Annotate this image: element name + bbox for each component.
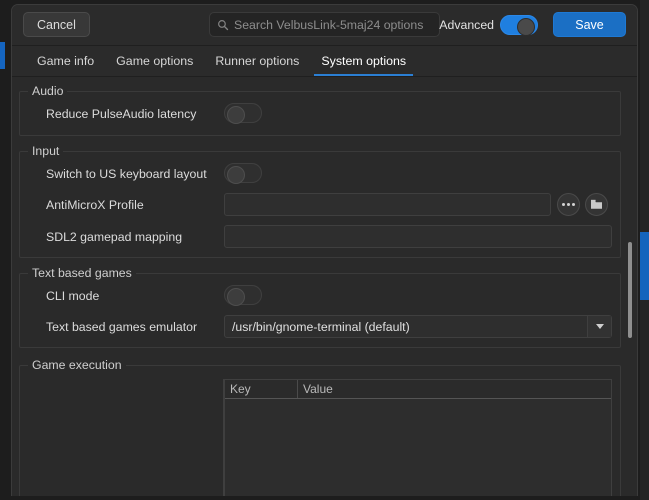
game-configuration-window: Cancel Advanced Save Game info Game opti… xyxy=(11,4,638,496)
section-input-title: Input xyxy=(28,144,64,158)
sdl2-gamepad-mapping-label: SDL2 gamepad mapping xyxy=(46,230,183,244)
section-text-based-games-title: Text based games xyxy=(28,266,136,280)
antimicrox-profile-label: AntiMicroX Profile xyxy=(46,198,144,212)
env-table-col-value: Value xyxy=(303,382,333,396)
reduce-pulseaudio-latency-toggle[interactable] xyxy=(224,103,262,124)
text-based-games-emulator-label: Text based games emulator xyxy=(46,320,198,334)
background-panel-right-upper xyxy=(640,0,649,232)
background-window-blue-left xyxy=(0,42,5,69)
section-audio: Audio Reduce PulseAudio latency xyxy=(19,84,621,136)
tab-runner-options[interactable]: Runner options xyxy=(204,46,310,76)
toggle-knob xyxy=(227,288,245,306)
cli-mode-label: CLI mode xyxy=(46,289,100,303)
section-input: Input Switch to US keyboard layout AntiM… xyxy=(19,144,621,258)
dropdown-arrow-button[interactable] xyxy=(587,316,611,337)
options-scroll-area: Audio Reduce PulseAudio latency Input Sw… xyxy=(12,77,637,496)
tab-bar: Game info Game options Runner options Sy… xyxy=(12,46,637,77)
env-table-body[interactable] xyxy=(225,399,611,496)
cancel-button[interactable]: Cancel xyxy=(23,12,90,37)
save-button[interactable]: Save xyxy=(553,12,626,37)
toggle-knob xyxy=(227,106,245,124)
toggle-knob xyxy=(227,166,245,184)
antimicrox-profile-input[interactable] xyxy=(224,193,551,216)
search-input[interactable] xyxy=(234,17,434,32)
env-table-col-key: Key xyxy=(225,380,298,398)
header-bar: Cancel Advanced Save xyxy=(12,5,637,46)
text-based-games-emulator-value: /usr/bin/gnome-terminal (default) xyxy=(232,319,410,334)
more-options-icon xyxy=(562,203,575,206)
section-game-execution: Game execution Environment variables Key… xyxy=(19,358,621,496)
env-table-header: Key Value xyxy=(225,380,611,399)
advanced-toggle-knob xyxy=(517,18,535,36)
section-audio-title: Audio xyxy=(28,84,68,98)
background-window-blue-right xyxy=(640,232,649,300)
search-icon xyxy=(218,19,229,30)
folder-icon xyxy=(591,199,602,209)
section-text-based-games: Text based games CLI mode Text based gam… xyxy=(19,266,621,348)
vertical-scrollbar-thumb[interactable] xyxy=(628,242,632,338)
environment-variables-table[interactable]: Key Value xyxy=(224,379,612,496)
background-panel-right-lower xyxy=(640,300,649,500)
antimicrox-browse-button[interactable] xyxy=(585,193,608,216)
search-box[interactable] xyxy=(209,12,440,37)
switch-us-keyboard-toggle[interactable] xyxy=(224,163,262,184)
text-based-games-emulator-dropdown[interactable]: /usr/bin/gnome-terminal (default) xyxy=(224,315,612,338)
tab-game-info[interactable]: Game info xyxy=(26,46,105,76)
advanced-toggle-label: Advanced xyxy=(439,18,494,32)
cli-mode-toggle[interactable] xyxy=(224,285,262,306)
section-game-execution-title: Game execution xyxy=(28,358,126,372)
switch-us-keyboard-label: Switch to US keyboard layout xyxy=(46,167,207,181)
tab-game-options[interactable]: Game options xyxy=(105,46,204,76)
tab-system-options[interactable]: System options xyxy=(310,46,417,76)
reduce-pulseaudio-latency-label: Reduce PulseAudio latency xyxy=(46,107,197,121)
antimicrox-more-options-button[interactable] xyxy=(557,193,580,216)
chevron-down-icon xyxy=(595,324,604,329)
advanced-toggle[interactable] xyxy=(500,15,538,36)
sdl2-gamepad-mapping-input[interactable] xyxy=(224,225,612,248)
vertical-scrollbar-track[interactable] xyxy=(626,77,635,496)
